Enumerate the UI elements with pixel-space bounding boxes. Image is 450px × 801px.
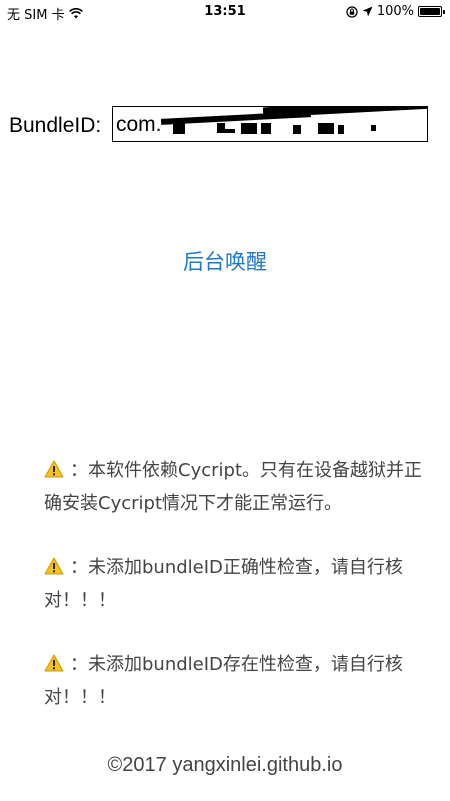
status-bar: 无 SIM 卡 13:51 100%: [0, 0, 450, 24]
status-right: 100%: [346, 4, 445, 19]
redaction-mark: [338, 125, 344, 134]
note-text: ：本软件依赖Cycript。只有在设备越狱并正确安装Cycript情况下才能正常…: [44, 460, 423, 514]
battery-icon: [418, 6, 445, 17]
battery-tip: [443, 10, 445, 14]
redaction-mark: [293, 125, 301, 134]
note-text: ：未添加bundleID正确性检查，请自行核对！！！: [44, 557, 403, 611]
rotation-lock-icon: [346, 5, 358, 18]
redaction-mark: [261, 123, 271, 134]
bundle-id-input[interactable]: com.: [112, 106, 428, 142]
bundle-id-label: BundleID:: [9, 114, 102, 137]
note-text: ：未添加bundleID存在性检查，请自行核对！！！: [44, 654, 403, 708]
redaction-mark: [318, 123, 334, 134]
redaction-mark: [225, 129, 235, 133]
location-arrow-icon: [362, 6, 373, 17]
note-item: ：未添加bundleID正确性检查，请自行核对！！！: [44, 552, 424, 616]
bundle-id-value: com.: [116, 113, 162, 136]
warning-icon: [44, 554, 64, 585]
redaction-mark: [217, 123, 225, 133]
note-item: ：未添加bundleID存在性检查，请自行核对！！！: [44, 649, 424, 713]
redaction-mark: [371, 125, 376, 131]
redaction-mark: [173, 123, 185, 134]
battery-fill: [420, 8, 440, 15]
warning-icon: [44, 651, 64, 682]
note-item: ：本软件依赖Cycript。只有在设备越狱并正确安装Cycript情况下才能正常…: [44, 455, 424, 519]
redaction-mark: [241, 123, 257, 134]
battery-percent: 100%: [376, 4, 414, 19]
warning-icon: [44, 457, 64, 488]
redaction-mark: [262, 107, 427, 118]
copyright-footer: ©2017 yangxinlei.github.io: [107, 754, 343, 776]
wake-background-button[interactable]: 后台唤醒: [0, 246, 450, 276]
notes-list: ：本软件依赖Cycript。只有在设备越狱并正确安装Cycript情况下才能正常…: [44, 455, 424, 746]
